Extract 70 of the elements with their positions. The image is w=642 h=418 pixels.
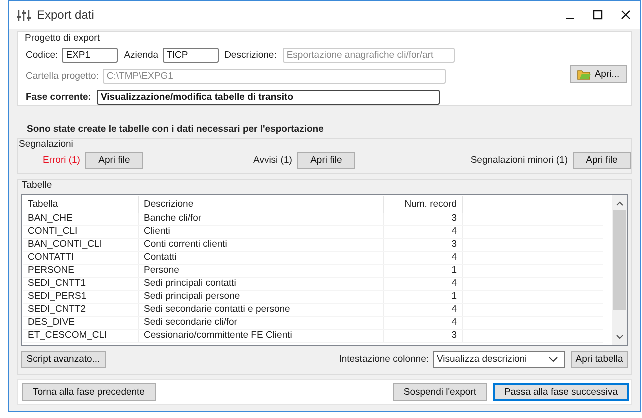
scroll-up-icon: [616, 201, 624, 206]
table-cell: ET_CESCOM_CLI: [23, 330, 138, 342]
open-file-button[interactable]: Apri file: [85, 152, 144, 168]
wizard-button[interactable]: Sospendi l'export: [392, 383, 488, 401]
report-count: Errori (1): [43, 154, 80, 166]
column-header[interactable]: Descrizione: [138, 196, 384, 213]
table-cell: Clienti: [138, 226, 384, 238]
table-cell: BAN_CONTI_CLI: [23, 238, 138, 252]
close-icon: [621, 10, 631, 20]
table-cell: 4: [384, 316, 462, 330]
table-cell: 3: [384, 238, 462, 252]
table-cell: Sedi secondarie contatti e persone: [138, 304, 384, 316]
minimize-icon: [566, 18, 574, 20]
group-title: Tabelle: [22, 180, 54, 192]
scrollbar-thumb[interactable]: [613, 210, 626, 310]
sliders-icon: [17, 8, 31, 22]
table-cell: SEDI_CNTT2: [23, 304, 138, 316]
table-cell: Sedi principali contatti: [138, 278, 384, 290]
field-label: Azienda: [124, 50, 159, 61]
table-cell: SEDI_CNTT1: [23, 278, 138, 290]
table-cell: CONTI_CLI: [23, 226, 138, 238]
input-field[interactable]: Visualizzazione/modifica tabelle di transito: [97, 90, 440, 105]
table-cell: SEDI_PERS1: [23, 290, 138, 304]
column-header[interactable]: Tabella: [23, 196, 138, 213]
column-header-dropdown[interactable]: Visualizza descrizioni: [433, 350, 565, 368]
table-cell: 1: [384, 290, 462, 304]
window-title: Export dati: [37, 8, 94, 22]
table-cell: Sedi principali persone: [138, 290, 384, 304]
table-cell: Sedi secondarie cli/for: [138, 316, 384, 330]
status-message: Sono state create le tabelle con i dati necessari per l'esportazione: [27, 124, 325, 137]
field-label: Fase corrente:: [26, 92, 92, 103]
field-label: Cartella progetto:: [26, 71, 99, 82]
field-label: Intestazione colonne:: [339, 354, 429, 364]
table-cell: Contatti: [138, 252, 384, 264]
field-label: Descrizione:: [224, 50, 277, 61]
table-cell: 4: [384, 304, 462, 316]
scroll-down-icon: [616, 335, 624, 340]
table-cell: Conti correnti clienti: [138, 238, 384, 252]
table-cell: 3: [384, 330, 462, 342]
table-cell: 3: [384, 213, 462, 226]
table-cell: CONTATTI: [23, 252, 138, 264]
input-field[interactable]: TICP: [162, 48, 219, 63]
column-header[interactable]: Num. record: [384, 196, 462, 213]
table-cell: DES_DIVE: [23, 316, 138, 330]
scrollbar[interactable]: [612, 195, 627, 345]
table-cell: 4: [384, 278, 462, 290]
table-cell: PERSONE: [23, 264, 138, 278]
open-file-button[interactable]: Apri file: [297, 152, 356, 168]
table-cell: Banche cli/for: [138, 213, 384, 226]
table-cell: 4: [384, 252, 462, 264]
field-label: Codice:: [26, 50, 58, 61]
table-cell: Persone: [138, 264, 384, 278]
table-cell: 4: [384, 226, 462, 238]
table-cell: 1: [384, 264, 462, 278]
report-count: Segnalazioni minori (1): [470, 154, 568, 166]
open-file-button[interactable]: Apri file: [573, 152, 631, 168]
group-title: Progetto di export: [25, 33, 101, 44]
chevron-down-icon: [549, 356, 558, 362]
open-table-button[interactable]: Apri tabella: [571, 350, 628, 368]
wizard-button[interactable]: Torna alla fase precedente: [22, 383, 156, 401]
wizard-button[interactable]: Passa alla fase successiva: [493, 383, 629, 401]
report-count: Avvisi (1): [254, 154, 292, 166]
group-title: Segnalazioni: [19, 139, 74, 151]
folder-icon: [576, 68, 591, 80]
advanced-script-button[interactable]: Script avanzato...: [21, 350, 106, 368]
table-cell: BAN_CHE: [23, 213, 138, 226]
input-field[interactable]: EXP1: [62, 48, 118, 63]
maximize-icon: [593, 10, 603, 20]
table-cell: Cessionario/committente FE Clienti: [138, 330, 384, 342]
open-button[interactable]: Apri...: [570, 65, 627, 83]
